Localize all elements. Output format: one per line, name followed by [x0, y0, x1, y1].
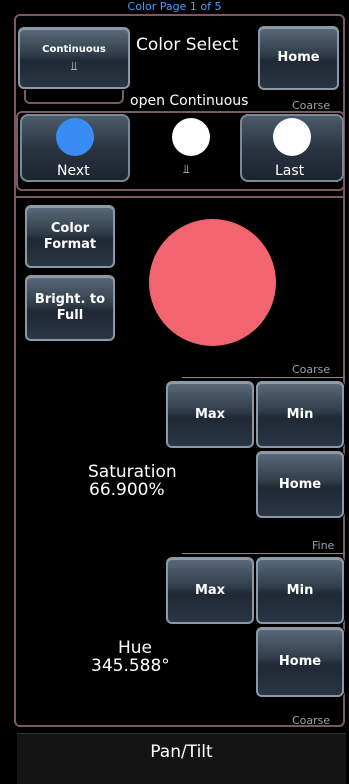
middle-color-swatch [172, 118, 210, 156]
coarse-label-saturation: Coarse [292, 363, 331, 376]
open-continuous-label: open Continuous [130, 93, 249, 109]
hue-value: 345.588° [91, 656, 170, 676]
saturation-max-button[interactable]: Max [166, 381, 254, 448]
color-format-button[interactable]: Color Format [25, 205, 115, 268]
current-color-circle [149, 219, 276, 346]
home-button-top[interactable]: Home [258, 26, 339, 90]
pan-tilt-tab[interactable]: Pan/Tilt [17, 733, 346, 784]
saturation-min-button[interactable]: Min [256, 381, 344, 448]
bright-to-full-button[interactable]: Bright. to Full [25, 275, 115, 341]
next-label: Next [57, 163, 90, 179]
coarse-label-bottom: Coarse [292, 714, 331, 727]
last-label: Last [275, 163, 305, 179]
hue-home-button[interactable]: Home [256, 627, 344, 697]
saturation-value: 66.900% [89, 480, 165, 500]
saturation-name: Saturation [88, 462, 177, 482]
next-color-swatch [56, 118, 94, 156]
saturation-divider [182, 377, 345, 378]
hue-divider [182, 553, 345, 554]
hue-min-button[interactable]: Min [256, 557, 344, 624]
hue-name: Hue [118, 638, 153, 658]
saturation-home-button[interactable]: Home [256, 451, 344, 518]
continuous-button[interactable]: Continuous ⫫ [18, 27, 130, 89]
hue-max-button[interactable]: Max [166, 557, 254, 624]
chevron-down-icon: ⫫ [70, 59, 78, 73]
pan-tilt-label: Pan/Tilt [150, 742, 213, 762]
color-select-title: Color Select [136, 35, 239, 55]
page-indicator: Color Page 1 of 5 [127, 0, 222, 13]
last-color-swatch [273, 118, 311, 156]
section-separator [16, 196, 345, 199]
fine-label-hue: Fine [312, 539, 335, 552]
chevron-down-icon: ⫫ [183, 162, 190, 176]
continuous-label: Continuous [42, 44, 106, 55]
